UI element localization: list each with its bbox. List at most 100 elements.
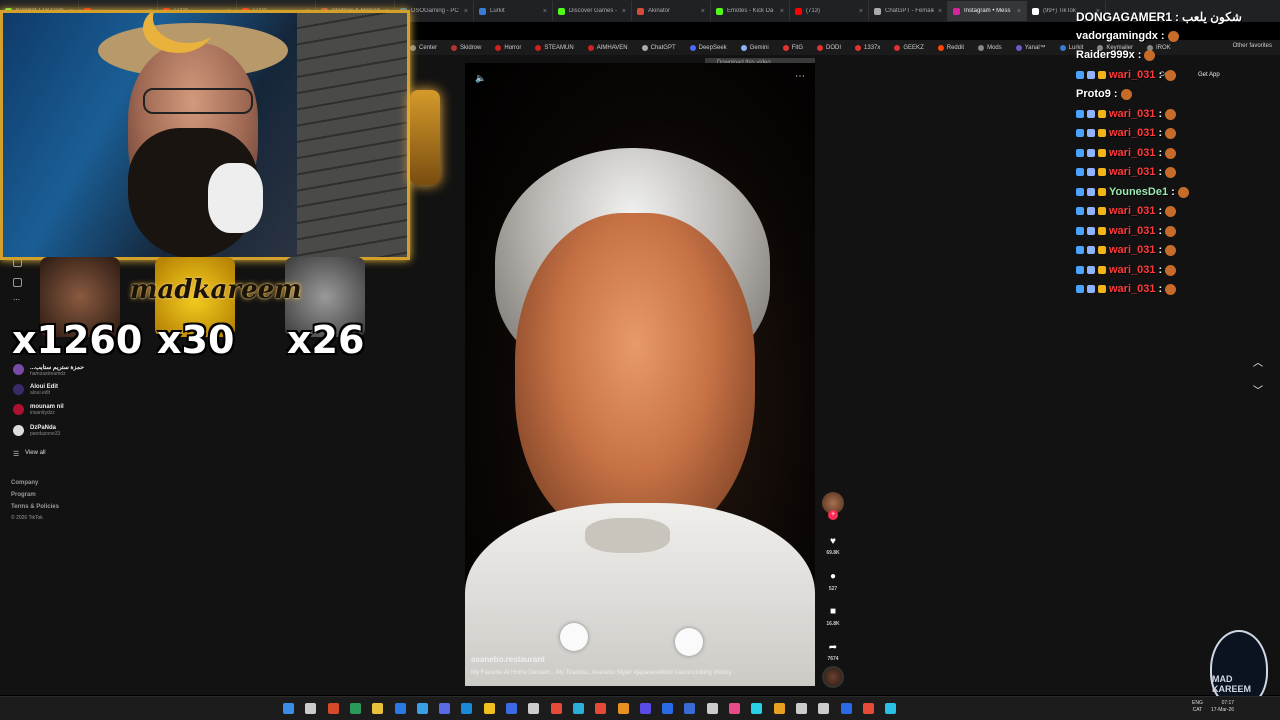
bookmark-favicon-icon	[641, 44, 648, 51]
taskbar-app-icon[interactable]	[617, 703, 629, 714]
other-favorites[interactable]: Other favorites	[1233, 43, 1272, 49]
taskbar-app-icon[interactable]	[327, 703, 339, 714]
browser-tab[interactable]: Akinator ×	[632, 1, 711, 21]
chat-message-line: wari_031:	[1076, 244, 1177, 256]
bookmark-favicon-icon	[978, 44, 985, 51]
close-tab-icon[interactable]: ×	[780, 8, 784, 15]
view-all-link[interactable]: View all	[25, 450, 46, 456]
chat-username: wari_031	[1109, 283, 1156, 295]
browser-tab[interactable]: Discover Games - ×	[553, 1, 632, 21]
bookmark-item[interactable]: Mods	[978, 44, 1002, 51]
chat-emote-icon	[1144, 49, 1156, 61]
taskbar-app-icon[interactable]	[506, 703, 517, 714]
taskbar-app-icon[interactable]	[595, 703, 607, 714]
next-video-button[interactable]: ﹀	[1253, 382, 1263, 397]
live-icon[interactable]	[13, 278, 22, 287]
bookmark-item[interactable]: DeepSeek	[689, 44, 727, 51]
close-tab-icon[interactable]: ×	[464, 8, 468, 15]
chat-username: DONGAGAMER1	[1076, 10, 1173, 24]
music-disc[interactable]	[822, 666, 844, 688]
taskbar-app-icon[interactable]	[706, 703, 718, 714]
bookmark-item[interactable]: Skidrow	[451, 44, 482, 51]
footer-company[interactable]: Company	[11, 480, 38, 486]
chat-colon: :	[1113, 88, 1118, 100]
taskbar-app-icon[interactable]	[885, 703, 897, 714]
bookmark-item[interactable]: Yanal™	[1015, 44, 1046, 51]
bookmark-item[interactable]: DODI	[817, 44, 842, 51]
bookmark-item[interactable]: GEEKZ	[894, 44, 924, 51]
more-icon[interactable]: ⋯	[13, 296, 20, 304]
following-item[interactable]: mounam nil insanitydzz	[13, 404, 64, 416]
bookmark-item[interactable]: Gemini	[740, 44, 769, 51]
bookmark-item[interactable]: 1337x	[855, 44, 880, 51]
taskbar-app-icon[interactable]	[372, 703, 384, 714]
get-app-button[interactable]: Get App	[1198, 72, 1220, 78]
close-tab-icon[interactable]: ×	[701, 8, 705, 15]
bookmark-label: STEAMUN	[544, 44, 574, 51]
taskbar-app-icon[interactable]	[416, 703, 428, 714]
tab-favicon-icon	[953, 7, 960, 15]
follow-plus-icon[interactable]: +	[828, 510, 838, 520]
browser-tab[interactable]: Instagram • Mess ×	[948, 1, 1027, 21]
taskbar-app-icon[interactable]	[684, 703, 696, 714]
browser-tab[interactable]: (713) ×	[790, 1, 869, 21]
browser-tab[interactable]: Emotes - Kick Da ×	[711, 1, 790, 21]
following-item[interactable]: DzPaNda pandazone33	[13, 425, 60, 437]
close-tab-icon[interactable]: ×	[1017, 8, 1021, 15]
video-player[interactable]: 🔈 ⋯ asanebo.restaurant My Favorite At Ho…	[465, 63, 815, 686]
more-options-icon[interactable]: ⋯	[795, 71, 805, 82]
volume-icon[interactable]: 🔈	[475, 73, 486, 84]
bookmark-label: Skidrow	[460, 44, 482, 51]
bookmark-item[interactable]: Center	[410, 44, 437, 51]
taskbar-app-icon[interactable]	[840, 703, 852, 714]
lang-primary: ENG	[1192, 700, 1203, 706]
close-tab-icon[interactable]: ×	[622, 8, 626, 15]
taskbar-app-icon[interactable]	[662, 703, 674, 714]
comment-button[interactable]: ●	[824, 566, 842, 584]
taskbar-app-icon[interactable]	[751, 703, 763, 714]
video-author[interactable]: asanebo.restaurant	[471, 655, 545, 664]
footer-terms[interactable]: Terms & Policies	[11, 504, 59, 510]
bookmark-label: Mods	[987, 44, 1002, 51]
taskbar-app-icon[interactable]	[305, 703, 317, 714]
like-button[interactable]: ♥	[824, 531, 842, 549]
close-tab-icon[interactable]: ×	[859, 8, 863, 15]
share-button[interactable]: ➦	[824, 637, 842, 655]
bookmark-item[interactable]: Reddit	[937, 44, 964, 51]
following-item[interactable]: ...حمزة ستريم ستايب hamzastreamdz	[13, 364, 84, 377]
bookmark-item[interactable]: FitG	[782, 44, 803, 51]
following-item[interactable]: Aloui Edit aloui.edit	[13, 384, 58, 396]
taskbar-app-icon[interactable]	[572, 703, 584, 714]
taskbar-app-icon[interactable]	[639, 703, 651, 714]
close-tab-icon[interactable]: ×	[543, 8, 547, 15]
bookmark-item[interactable]: Horror	[495, 44, 521, 51]
taskbar-app-icon[interactable]	[483, 703, 495, 714]
tab-favicon-icon	[479, 7, 486, 15]
taskbar-clock[interactable]: 07:17 17-Mar-26	[1211, 700, 1234, 714]
taskbar-app-icon[interactable]	[862, 703, 874, 714]
previous-video-button[interactable]: ︿	[1253, 354, 1263, 369]
save-button[interactable]: ■	[824, 601, 842, 619]
taskbar-app-icon[interactable]	[439, 703, 451, 714]
taskbar-app-icon[interactable]	[773, 703, 785, 714]
language-indicator[interactable]: ENG CAT	[1192, 700, 1203, 714]
taskbar-app-icon[interactable]	[528, 703, 540, 714]
taskbar-app-icon[interactable]	[283, 703, 294, 714]
footer-program[interactable]: Program	[11, 492, 36, 498]
taskbar-app-icon[interactable]	[394, 703, 406, 714]
bookmark-favicon-icon	[451, 44, 458, 51]
browser-tab[interactable]: Lurkit ×	[474, 1, 553, 21]
share-count: 7674	[827, 656, 839, 662]
bookmark-item[interactable]: STEAMUN	[535, 44, 574, 51]
taskbar-app-icon[interactable]	[550, 703, 562, 714]
taskbar-app-icon[interactable]	[729, 703, 740, 714]
taskbar-app-icon[interactable]	[795, 703, 807, 714]
bookmark-label: DODI	[826, 44, 842, 51]
bookmark-item[interactable]: ChatGPT	[641, 44, 676, 51]
taskbar-app-icon[interactable]	[818, 703, 830, 714]
bookmark-item[interactable]: AIMHAVEN	[587, 44, 628, 51]
taskbar-app-icon[interactable]	[461, 703, 473, 714]
close-tab-icon[interactable]: ×	[938, 8, 942, 15]
browser-tab[interactable]: ChatGPT - Female ×	[869, 1, 948, 21]
taskbar-app-icon[interactable]	[349, 703, 361, 714]
